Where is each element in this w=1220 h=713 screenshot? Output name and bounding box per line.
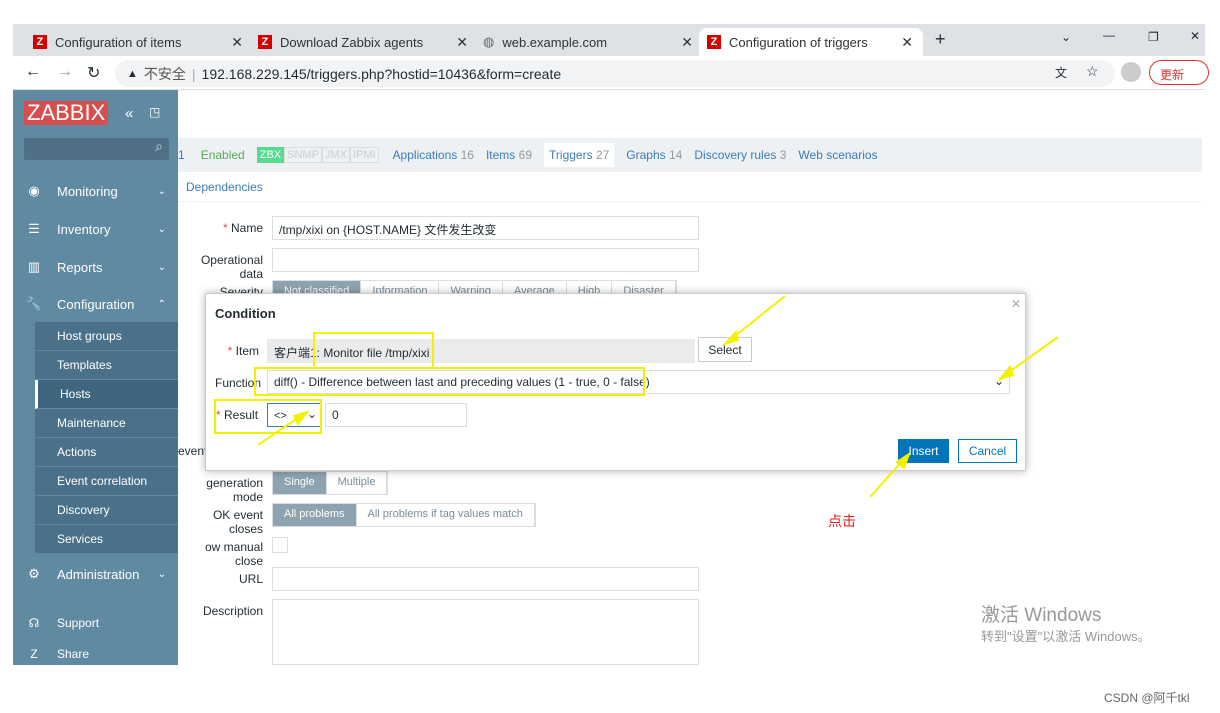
windows-watermark: 激活 Windows <box>981 605 1102 626</box>
csdn-watermark: CSDN @阿千tkl <box>1104 691 1190 705</box>
annotation-click: 点击 <box>828 513 856 529</box>
windows-watermark-sub: 转到"设置"以激活 Windows。 <box>981 629 1151 644</box>
